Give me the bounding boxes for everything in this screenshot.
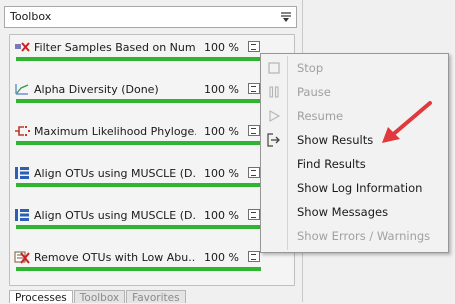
process-name: Alpha Diversity (Done) bbox=[34, 83, 159, 96]
menu-item-find-results[interactable]: Find Results bbox=[261, 152, 448, 176]
menu-label: Find Results bbox=[297, 157, 366, 171]
process-menu-button[interactable] bbox=[248, 83, 260, 94]
process-row[interactable]: Align OTUs using MUSCLE (D... 100 % bbox=[10, 205, 272, 245]
progress-bar bbox=[16, 225, 261, 229]
process-percent: 100 % bbox=[204, 167, 239, 180]
menu-item-show-messages[interactable]: Show Messages bbox=[261, 200, 448, 224]
align-otus-icon bbox=[15, 167, 29, 179]
tab-toolbox[interactable]: Toolbox bbox=[73, 290, 126, 304]
process-percent: 100 % bbox=[204, 251, 239, 264]
process-row[interactable]: Filter Samples Based on Num... 100 % bbox=[10, 37, 272, 77]
remove-otus-icon bbox=[14, 251, 30, 264]
process-row[interactable]: Remove OTUs with Low Abu... 100 % bbox=[10, 247, 272, 287]
stop-icon bbox=[268, 62, 280, 74]
progress-fill bbox=[16, 99, 261, 103]
show-results-icon bbox=[267, 133, 280, 147]
progress-fill bbox=[16, 141, 261, 145]
process-name: Align OTUs using MUSCLE (D... bbox=[34, 167, 196, 180]
menu-label: Show Messages bbox=[297, 205, 389, 219]
progress-bar bbox=[16, 267, 261, 271]
process-menu-button[interactable] bbox=[248, 125, 260, 136]
menu-label: Pause bbox=[297, 85, 331, 99]
process-menu-button[interactable] bbox=[248, 251, 260, 262]
progress-fill bbox=[16, 225, 261, 229]
process-menu-button[interactable] bbox=[248, 167, 260, 178]
process-row[interactable]: Maximum Likelihood Phyloge... 100 % bbox=[10, 121, 272, 161]
progress-fill bbox=[16, 57, 261, 61]
toolbox-panel: Toolbox Filter Samples Based on Num... 1… bbox=[0, 0, 303, 304]
alpha-diversity-icon bbox=[15, 84, 29, 95]
process-row[interactable]: Align OTUs using MUSCLE (D... 100 % bbox=[10, 163, 272, 203]
process-percent: 100 % bbox=[204, 125, 239, 138]
menu-label: Show Log Information bbox=[297, 181, 423, 195]
process-name: Align OTUs using MUSCLE (D... bbox=[34, 209, 196, 222]
process-percent: 100 % bbox=[204, 209, 239, 222]
process-name: Filter Samples Based on Num... bbox=[34, 41, 196, 54]
process-percent: 100 % bbox=[204, 41, 239, 54]
menu-label: Resume bbox=[297, 109, 344, 123]
process-name: Maximum Likelihood Phyloge... bbox=[34, 125, 196, 138]
process-list: Filter Samples Based on Num... 100 % Alp… bbox=[9, 34, 295, 286]
process-row[interactable]: Alpha Diversity (Done) 100 % bbox=[10, 79, 272, 119]
panel-title: Toolbox bbox=[10, 10, 52, 23]
align-otus-icon bbox=[15, 209, 29, 221]
filter-samples-icon bbox=[15, 42, 30, 52]
panel-header: Toolbox bbox=[4, 6, 297, 28]
menu-item-show-log-information[interactable]: Show Log Information bbox=[261, 176, 448, 200]
panel-menu-icon[interactable] bbox=[280, 11, 292, 23]
progress-bar bbox=[16, 183, 261, 187]
pause-icon bbox=[269, 86, 279, 98]
progress-bar bbox=[16, 99, 261, 103]
resume-icon bbox=[269, 110, 281, 122]
progress-bar bbox=[16, 141, 261, 145]
tab-favorites[interactable]: Favorites bbox=[126, 290, 186, 304]
menu-item-show-errors-warnings[interactable]: Show Errors / Warnings bbox=[261, 224, 448, 248]
progress-fill bbox=[16, 267, 261, 271]
menu-label: Show Errors / Warnings bbox=[297, 229, 431, 243]
process-context-menu: Stop Pause Resume Show Results Find Resu… bbox=[260, 53, 449, 253]
menu-label: Stop bbox=[297, 61, 324, 75]
progress-bar bbox=[16, 57, 261, 61]
process-menu-button[interactable] bbox=[248, 209, 260, 220]
menu-label: Show Results bbox=[297, 133, 374, 147]
process-name: Remove OTUs with Low Abu... bbox=[34, 251, 196, 264]
process-percent: 100 % bbox=[204, 83, 239, 96]
menu-item-stop[interactable]: Stop bbox=[261, 56, 448, 80]
annotation-arrow-icon bbox=[382, 101, 432, 143]
progress-fill bbox=[16, 183, 261, 187]
tab-processes[interactable]: Processes bbox=[9, 290, 73, 304]
phylogeny-icon bbox=[15, 126, 30, 136]
process-menu-button[interactable] bbox=[248, 41, 260, 52]
